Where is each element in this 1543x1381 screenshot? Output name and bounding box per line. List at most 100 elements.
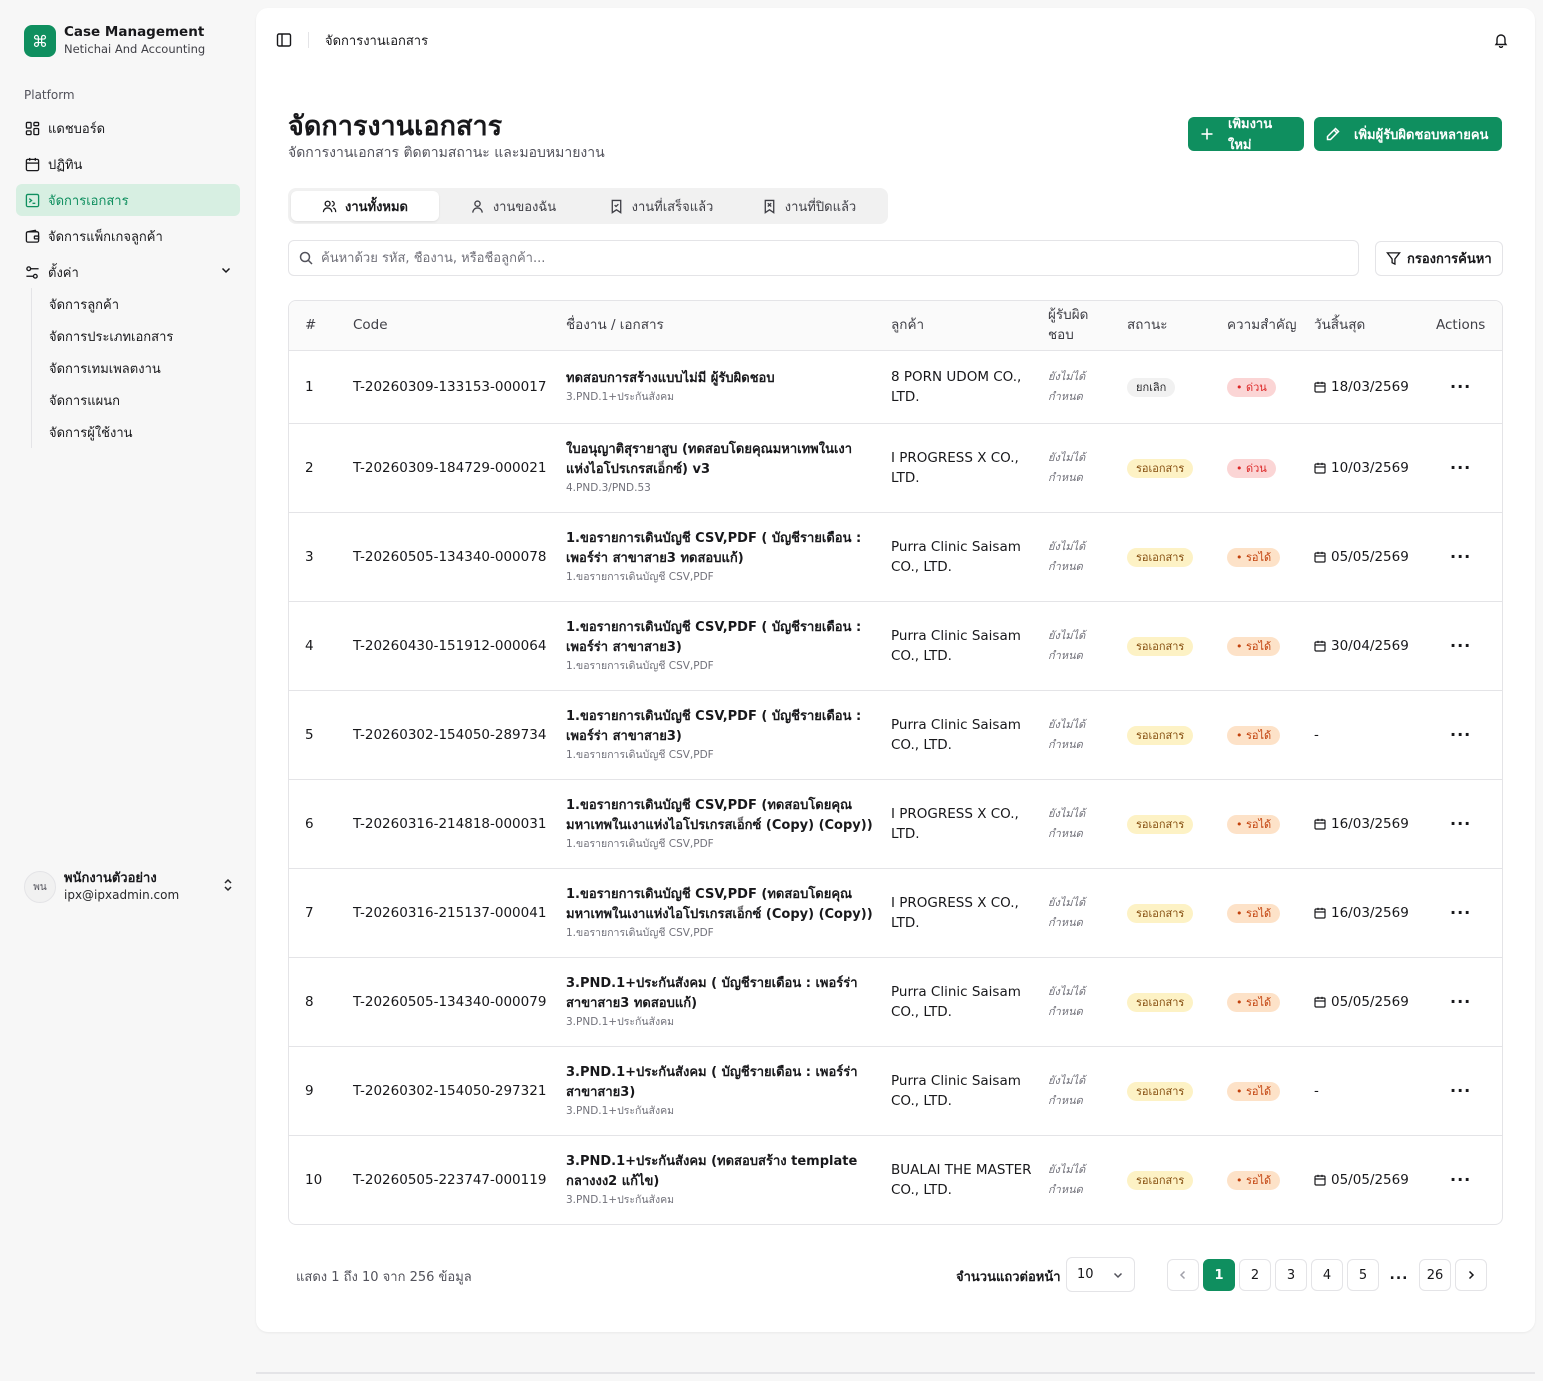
topbar-divider [308,32,309,48]
more-actions-icon[interactable]: ··· [1450,725,1471,744]
col-code[interactable]: Code [337,301,550,351]
task-title-cell[interactable]: 3.PND.1+ประกันสังคม (ทดสอบสร้าง template… [550,1135,875,1224]
prev-page-button[interactable] [1167,1259,1199,1291]
search-input[interactable] [321,250,1321,266]
bell-icon[interactable] [1493,32,1509,52]
task-title[interactable]: 1.ขอรายการเดินบัญชี CSV,PDF ( บัญชีรายเด… [566,618,875,658]
tab-closed[interactable]: งานที่ปิดแล้ว [735,191,883,221]
col-assignee[interactable]: ผู้รับผิดชอบ [1032,301,1111,351]
user-menu[interactable]: พน พนักงานตัวอย่าง ipx@ipxadmin.com [24,870,234,904]
task-title-cell[interactable]: 3.PND.1+ประกันสังคม ( บัญชีรายเดือน : เพ… [550,1046,875,1136]
more-actions-icon[interactable]: ··· [1450,992,1471,1011]
more-actions-icon[interactable]: ··· [1450,458,1471,477]
task-title-cell[interactable]: 1.ขอรายการเดินบัญชี CSV,PDF ( บัญชีรายเด… [550,512,875,602]
table-row[interactable]: 7 T-20260316-215137-000041 1.ขอรายการเดินบ… [289,868,1502,958]
row-number: 6 [289,779,337,869]
col-title[interactable]: ชื่องาน / เอกสาร [550,301,875,351]
tab-all-tasks[interactable]: งานทั้งหมด [291,191,439,221]
priority-badge: • รอได้ [1227,814,1281,834]
table-row[interactable]: 4 T-20260430-151912-000064 1.ขอรายการเดินบ… [289,601,1502,691]
page-button[interactable]: 1 [1203,1259,1235,1291]
task-title[interactable]: 3.PND.1+ประกันสังคม ( บัญชีรายเดือน : เพ… [566,1063,875,1103]
priority-badge: • รอได้ [1227,725,1281,745]
task-title[interactable]: 1.ขอรายการเดินบัญชี CSV,PDF (ทดสอบโดยคุณ… [566,796,875,836]
page-subtitle: จัดการงานเอกสาร ติดตามสถานะ และมอบหมายงา… [288,145,605,161]
task-title-cell[interactable]: 1.ขอรายการเดินบัญชี CSV,PDF ( บัญชีรายเด… [550,601,875,691]
filter-button[interactable]: กรองการค้นหา [1375,241,1503,276]
more-actions-icon[interactable]: ··· [1450,1170,1471,1189]
table-row[interactable]: 1 T-20260309-133153-000017 ทดสอบการสร้างแบ… [289,350,1502,424]
page-button[interactable]: 3 [1275,1259,1307,1291]
col-status[interactable]: สถานะ [1111,301,1211,351]
page-button[interactable]: 2 [1239,1259,1271,1291]
sidebar-item-packages[interactable]: จัดการแพ็กเกจลูกค้า [16,220,240,252]
sidebar-item-label: ปฏิทิน [48,157,83,173]
subnav-item-users[interactable]: จัดการผู้ใช้งาน [49,416,173,448]
sidebar-item-dashboard[interactable]: แดชบอร์ด [16,112,240,144]
task-document-type: 3.PND.1+ประกันสังคม [566,1193,675,1206]
subnav-item-document-types[interactable]: จัดการประเภทเอกสาร [49,320,173,352]
more-actions-icon[interactable]: ··· [1450,1081,1471,1100]
page-button[interactable]: 5 [1347,1259,1379,1291]
chevron-down-icon[interactable] [220,264,232,280]
subnav-item-task-templates[interactable]: จัดการเทมเพลตงาน [49,352,173,384]
calendar-icon [1314,551,1326,563]
tab-my-tasks[interactable]: งานของฉัน [439,191,587,221]
page-button[interactable]: 26 [1419,1259,1451,1291]
task-title-cell[interactable]: 1.ขอรายการเดินบัญชี CSV,PDF (ทดสอบโดยคุณ… [550,779,875,869]
avatar: พน [24,871,56,903]
table-row[interactable]: 2 T-20260309-184729-000021 ใบอนุญาติสุรายา… [289,423,1502,513]
rows-per-page-select[interactable]: 10 [1066,1257,1135,1292]
col-due-date[interactable]: วันสิ้นสุด [1298,301,1420,351]
sidebar-item-documents[interactable]: จัดการเอกสาร [16,184,240,216]
task-title-cell[interactable]: 1.ขอรายการเดินบัญชี CSV,PDF ( บัญชีรายเด… [550,690,875,780]
task-title[interactable]: 1.ขอรายการเดินบัญชี CSV,PDF (ทดสอบโดยคุณ… [566,885,875,925]
multi-assign-button[interactable]: เพิ่มผู้รับผิดชอบหลายคน [1314,117,1502,151]
brand[interactable]: ⌘ Case Management Netichai And Accountin… [24,24,205,58]
due-date: 16/03/2569 [1331,904,1409,921]
task-title[interactable]: 3.PND.1+ประกันสังคม ( บัญชีรายเดือน : เพ… [566,974,875,1014]
table-row[interactable]: 9 T-20260302-154050-297321 3.PND.1+ประกันส… [289,1046,1502,1136]
task-title[interactable]: 1.ขอรายการเดินบัญชี CSV,PDF ( บัญชีรายเด… [566,529,875,569]
col-customer[interactable]: ลูกค้า [875,301,1032,351]
sidebar-toggle-icon[interactable] [276,32,292,52]
more-actions-icon[interactable]: ··· [1450,636,1471,655]
chevron-left-icon [1179,1270,1186,1280]
table-row[interactable]: 10 T-20260505-223747-000119 3.PND.1+ประกัน… [289,1135,1502,1224]
row-number: 4 [289,601,337,691]
command-icon: ⌘ [24,25,56,57]
table-row[interactable]: 3 T-20260505-134340-000078 1.ขอรายการเดินบ… [289,512,1502,602]
subnav-item-departments[interactable]: จัดการแผนก [49,384,173,416]
next-page-button[interactable] [1455,1259,1487,1291]
task-title[interactable]: ใบอนุญาติสุรายาสูบ (ทดสอบโดยคุณมหาเทพในเ… [566,440,875,480]
more-actions-icon[interactable]: ··· [1450,903,1471,922]
task-title-cell[interactable]: 3.PND.1+ประกันสังคม ( บัญชีรายเดือน : เพ… [550,957,875,1047]
sidebar-item-settings[interactable]: ตั้งค่า [16,256,240,288]
task-code: T-20260505-134340-000078 [337,512,550,602]
more-actions-icon[interactable]: ··· [1450,814,1471,833]
subnav-item-customers[interactable]: จัดการลูกค้า [49,288,173,320]
task-title-cell[interactable]: ใบอนุญาติสุรายาสูบ (ทดสอบโดยคุณมหาเทพในเ… [550,423,875,513]
task-customer: I PROGRESS X CO., LTD. [875,423,1032,513]
task-title[interactable]: 3.PND.1+ประกันสังคม (ทดสอบสร้าง template… [566,1152,875,1192]
tab-completed[interactable]: งานที่เสร็จแล้ว [587,191,735,221]
task-title-cell[interactable]: ทดสอบการสร้างแบบไม่มี ผู้รับผิดชอบ 3.PND.… [550,350,875,424]
task-title[interactable]: ทดสอบการสร้างแบบไม่มี ผู้รับผิดชอบ [566,369,875,389]
table-row[interactable]: 5 T-20260302-154050-289734 1.ขอรายการเดินบ… [289,690,1502,780]
calendar-icon [1314,640,1326,652]
page-button[interactable]: 4 [1311,1259,1343,1291]
add-task-button[interactable]: เพิ่มงานใหม่ [1188,117,1304,153]
more-actions-icon[interactable]: ··· [1450,377,1471,396]
task-title[interactable]: 1.ขอรายการเดินบัญชี CSV,PDF ( บัญชีรายเด… [566,707,875,747]
chevrons-up-down-icon[interactable] [222,878,234,896]
col-priority[interactable]: ความสำคัญ [1211,301,1298,351]
table-row[interactable]: 6 T-20260316-214818-000031 1.ขอรายการเดินบ… [289,779,1502,869]
table-row[interactable]: 8 T-20260505-134340-000079 3.PND.1+ประกันส… [289,957,1502,1047]
task-assignee: ยังไม่ได้กำหนด [1048,1162,1086,1196]
sidebar-item-calendar[interactable]: ปฏิทิน [16,148,240,180]
task-document-type: 1.ขอรายการเดินบัญชี CSV,PDF [566,570,714,583]
status-badge: รอเอกสาร [1127,547,1194,567]
filter-icon [1386,251,1401,266]
more-actions-icon[interactable]: ··· [1450,547,1471,566]
task-title-cell[interactable]: 1.ขอรายการเดินบัญชี CSV,PDF (ทดสอบโดยคุณ… [550,868,875,958]
